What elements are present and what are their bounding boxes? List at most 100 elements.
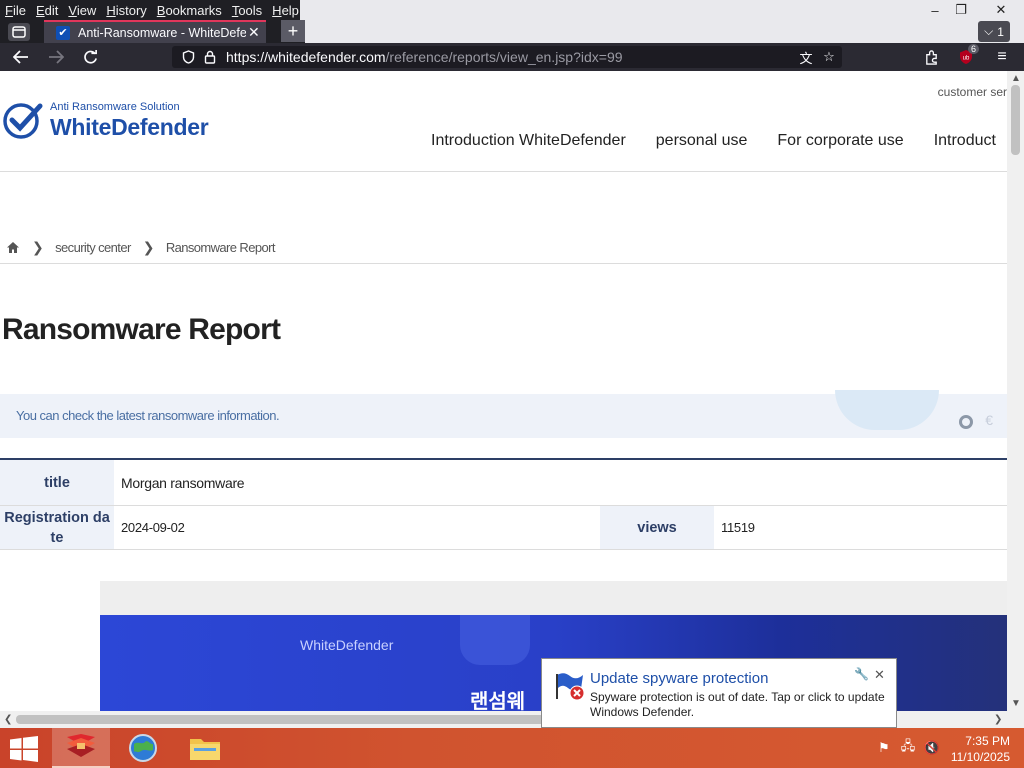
breadcrumb: ❯ security center ❯ Ransomware Report xyxy=(6,239,275,256)
title-header: title xyxy=(0,460,114,505)
menu-bookmarks[interactable]: Bookmarks xyxy=(157,3,222,18)
breadcrumb-ransomware-report[interactable]: Ransomware Report xyxy=(166,240,276,255)
info-text: You can check the latest ransomware info… xyxy=(16,408,280,423)
restore-button[interactable]: ❐ xyxy=(948,0,974,20)
menu-tools[interactable]: Tools xyxy=(232,3,262,18)
extension-badge: 6 xyxy=(967,44,979,54)
windows-start-icon[interactable] xyxy=(10,736,38,762)
tab-bar: ✔ Anti-Ransomware - WhiteDefen ✕ + ⌵ 1 xyxy=(0,20,1024,43)
close-window-button[interactable]: ✕ xyxy=(988,0,1014,20)
nav-introduction[interactable]: Introduction WhiteDefender xyxy=(431,132,626,150)
ublock-button[interactable]: ub 6 xyxy=(953,44,979,69)
puzzle-icon xyxy=(925,49,937,65)
hamburger-menu-icon[interactable]: ≡ xyxy=(989,45,1015,69)
taskbar-app-browser[interactable] xyxy=(114,728,172,768)
bookmark-star-icon[interactable]: ☆ xyxy=(821,49,837,65)
scroll-down-icon[interactable]: ▼ xyxy=(1011,698,1021,709)
shield-icon[interactable] xyxy=(180,49,196,65)
nav-personal-use[interactable]: personal use xyxy=(656,132,748,150)
registration-date-value: 2024-09-02 xyxy=(121,520,185,535)
menu-view[interactable]: View xyxy=(68,3,96,18)
url-text[interactable]: https://whitedefender.com/reference/repo… xyxy=(226,49,623,65)
tabs-overview-icon xyxy=(12,26,26,38)
views-header: views xyxy=(600,506,714,549)
close-tab-icon[interactable]: ✕ xyxy=(248,24,260,41)
clock-date: 11/10/2025 xyxy=(950,750,1010,764)
action-center-flag-icon[interactable]: ⚑ xyxy=(876,740,892,756)
customer-service-link[interactable]: customer ser xyxy=(938,85,1007,99)
folder-icon xyxy=(190,739,220,760)
taskbar-app-layers[interactable] xyxy=(52,728,110,768)
minimize-button[interactable]: – xyxy=(922,0,948,20)
chevron-right-icon: ❯ xyxy=(32,239,44,255)
logo-tagline: Anti Ransomware Solution xyxy=(50,101,180,113)
report-info-table: title Morgan ransomware Registration da … xyxy=(0,458,1007,550)
info-banner: You can check the latest ransomware info… xyxy=(0,390,1007,438)
chevron-right-icon: ❯ xyxy=(142,239,155,255)
system-tray: ⚑ 🖧 🔇 7:35 PM 11/10/2025 xyxy=(864,728,1024,768)
notification-title: Update spyware protection xyxy=(590,670,769,687)
title-value: Morgan ransomware xyxy=(121,474,245,491)
volume-muted-icon[interactable]: 🔇 xyxy=(924,740,940,756)
new-tab-button[interactable]: + xyxy=(281,20,305,42)
notification-body: Spyware protection is out of date. Tap o… xyxy=(590,690,885,719)
url-bar[interactable]: https://whitedefender.com/reference/repo… xyxy=(172,46,842,68)
network-icon[interactable]: 🖧 xyxy=(900,738,916,756)
forward-arrow-icon xyxy=(49,50,64,64)
home-icon[interactable] xyxy=(6,241,20,254)
chevron-down-icon: ⌵ xyxy=(984,24,994,38)
reload-icon xyxy=(83,49,97,64)
logo-name: WhiteDefender xyxy=(50,114,209,140)
lock-icon[interactable] xyxy=(202,49,218,65)
taskbar-clock[interactable]: 7:35 PM 11/10/2025 xyxy=(951,733,1010,765)
close-notification-icon[interactable]: ✕ xyxy=(874,667,885,683)
banner-globe-graphic xyxy=(835,390,939,430)
tab-title: Anti-Ransomware - WhiteDefen xyxy=(78,25,246,40)
forward-button[interactable] xyxy=(43,45,69,69)
menu-history[interactable]: History xyxy=(106,3,146,18)
list-all-tabs-button[interactable]: ⌵ 1 xyxy=(978,21,1010,42)
url-host: https://whitedefender.com xyxy=(226,49,386,65)
menu-bar: File Edit View History Bookmarks Tools H… xyxy=(0,0,1024,20)
image-brand-text: WhiteDefender xyxy=(300,637,394,653)
banner-ring-icon xyxy=(959,415,973,429)
menu-help[interactable]: Help xyxy=(272,3,299,18)
checkmark-favicon-icon: ✔ xyxy=(56,25,70,40)
clock-time: 7:35 PM xyxy=(965,734,1010,748)
translate-icon[interactable]: 文 xyxy=(798,49,814,66)
scroll-right-icon[interactable]: ❯ xyxy=(994,714,1002,725)
image-korean-text: 랜섬웨 xyxy=(470,691,526,711)
breadcrumb-divider xyxy=(0,263,1007,264)
globe-browser-icon xyxy=(129,734,157,762)
nav-introduct[interactable]: Introduct xyxy=(934,132,996,150)
breadcrumb-security-center[interactable]: security center xyxy=(55,240,131,255)
wrench-icon[interactable]: 🔧 xyxy=(854,667,869,681)
firefox-view-button[interactable] xyxy=(8,23,30,41)
table-row: Registration da te 2024-09-02 views 1151… xyxy=(0,506,1007,550)
back-button[interactable] xyxy=(8,45,34,69)
taskbar-app-file-explorer[interactable] xyxy=(176,728,234,768)
table-row: title Morgan ransomware xyxy=(0,460,1007,506)
reload-button[interactable] xyxy=(77,45,103,69)
defender-error-flag-icon xyxy=(556,673,585,701)
extensions-button[interactable] xyxy=(918,45,944,69)
svg-text:ub: ub xyxy=(963,56,970,62)
euro-icon: € xyxy=(985,412,993,428)
scroll-left-icon[interactable]: ❮ xyxy=(4,714,12,725)
nav-corporate-use[interactable]: For corporate use xyxy=(777,132,903,150)
taskbar: ⚑ 🖧 🔇 7:35 PM 11/10/2025 xyxy=(0,728,1024,768)
menu-edit[interactable]: Edit xyxy=(36,3,58,18)
layers-app-icon xyxy=(67,734,95,757)
views-value: 11519 xyxy=(721,520,755,535)
defender-notification[interactable]: Update spyware protection Spyware protec… xyxy=(541,658,897,728)
menu-items: File Edit View History Bookmarks Tools H… xyxy=(0,0,300,20)
url-path: /reference/reports/view_en.jsp?idx=99 xyxy=(385,49,623,65)
vertical-scroll-thumb[interactable] xyxy=(1011,85,1020,155)
scroll-up-icon[interactable]: ▲ xyxy=(1011,73,1021,84)
global-nav: Introduction WhiteDefender personal use … xyxy=(431,132,1007,150)
horizontal-scroll-thumb[interactable] xyxy=(16,715,546,724)
tab-anti-ransomware[interactable]: ✔ Anti-Ransomware - WhiteDefen ✕ xyxy=(44,20,266,43)
menu-file[interactable]: File xyxy=(5,3,26,18)
back-arrow-icon xyxy=(13,50,28,64)
vertical-scrollbar[interactable]: ▲ ▼ xyxy=(1007,71,1024,711)
